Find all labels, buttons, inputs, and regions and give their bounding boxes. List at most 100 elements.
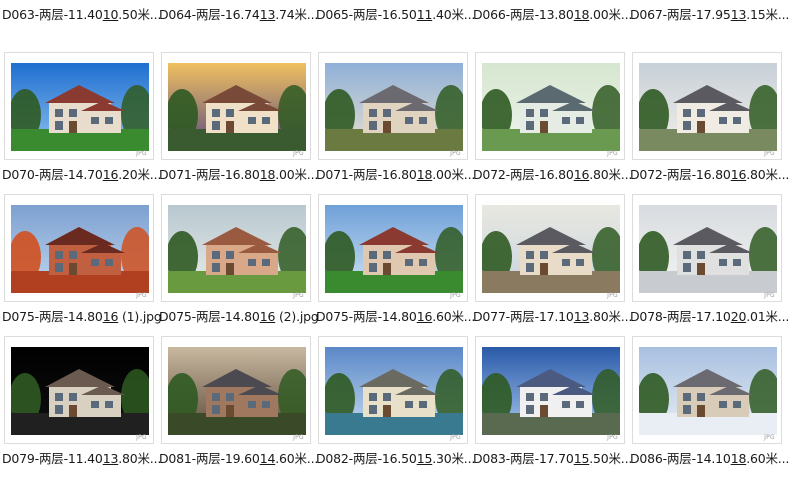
thumbnail-frame[interactable]: JPG: [475, 194, 625, 302]
file-name-label[interactable]: D079-两层-11.4013.80米...: [2, 448, 162, 467]
file-name-label[interactable]: D072-两层-16.8016.80米...: [473, 164, 633, 183]
file-name-suffix: .80米...: [589, 309, 633, 324]
file-name-prefix: D072-两层-16.80: [473, 167, 574, 182]
file-name-label[interactable]: D067-两层-17.9513.15米...: [630, 4, 790, 23]
file-name-suffix: .00米...: [275, 167, 319, 182]
file-name-label[interactable]: D082-两层-16.5015.30米...: [316, 448, 476, 467]
file-name-suffix: .00米...: [432, 167, 476, 182]
file-name-underlined: 16: [416, 309, 433, 324]
file-type-badge: JPG: [764, 150, 775, 157]
thumbnail-image: [168, 205, 306, 293]
file-name-prefix: D063-两层-11.40: [2, 7, 103, 22]
thumbnail-image: [168, 347, 306, 435]
thumbnail-image: [482, 205, 620, 293]
file-name-underlined: 18: [730, 451, 747, 466]
thumbnail-image: [639, 347, 777, 435]
file-name-label[interactable]: D065-两层-16.5011.40米...: [316, 4, 476, 23]
file-name-prefix: D081-两层-19.60: [159, 451, 260, 466]
thumbnail-image: [482, 347, 620, 435]
file-name-prefix: D083-两层-17.70: [473, 451, 574, 466]
file-name-suffix: .01米...: [746, 309, 790, 324]
file-name-prefix: D075-两层-14.80: [159, 309, 260, 324]
file-name-underlined: 10: [102, 7, 119, 22]
file-name-label[interactable]: D078-两层-17.1020.01米...: [630, 306, 790, 325]
file-name-suffix: .60米...: [746, 451, 790, 466]
file-name-label[interactable]: D081-两层-19.6014.60米...: [159, 448, 319, 467]
thumbnail-frame[interactable]: JPG: [632, 194, 782, 302]
thumbnail-frame[interactable]: JPG: [318, 194, 468, 302]
file-name-underlined: 13: [573, 309, 590, 324]
file-name-prefix: D065-两层-16.50: [316, 7, 417, 22]
file-type-badge: JPG: [136, 150, 147, 157]
file-name-label[interactable]: D066-两层-13.8018.00米...: [473, 4, 633, 23]
file-name-prefix: D082-两层-16.50: [316, 451, 417, 466]
file-name-label[interactable]: D072-两层-16.8016.80米...: [630, 164, 790, 183]
thumbnail-frame[interactable]: JPG: [4, 194, 154, 302]
file-name-suffix: .80米...: [589, 167, 633, 182]
thumbnail-frame[interactable]: JPG: [161, 52, 311, 160]
thumbnail-frame[interactable]: JPG: [632, 336, 782, 444]
file-type-badge: JPG: [293, 150, 304, 157]
file-name-prefix: D070-两层-14.70: [2, 167, 103, 182]
file-name-underlined: 13: [259, 7, 276, 22]
thumbnail-frame[interactable]: JPG: [318, 52, 468, 160]
thumbnail-frame[interactable]: JPG: [4, 336, 154, 444]
file-name-underlined: 15: [416, 451, 433, 466]
file-name-prefix: D075-两层-14.80: [2, 309, 103, 324]
file-name-prefix: D078-两层-17.10: [630, 309, 731, 324]
file-type-badge: JPG: [293, 292, 304, 299]
file-name-label[interactable]: D070-两层-14.7016.20米...: [2, 164, 162, 183]
file-name-suffix: .00米...: [589, 7, 633, 22]
file-name-label[interactable]: D075-两层-14.8016 (1).jpg: [2, 306, 162, 325]
file-name-prefix: D064-两层-16.74: [159, 7, 260, 22]
thumbnail-image: [482, 63, 620, 151]
file-type-badge: JPG: [136, 292, 147, 299]
file-type-badge: JPG: [293, 434, 304, 441]
thumbnail-frame[interactable]: JPG: [4, 52, 154, 160]
file-name-label[interactable]: D071-两层-16.8018.00米...: [316, 164, 476, 183]
file-type-badge: JPG: [607, 150, 618, 157]
file-name-underlined: 11: [416, 7, 433, 22]
file-name-suffix: .30米...: [432, 451, 476, 466]
file-name-label[interactable]: D075-两层-14.8016.60米...: [316, 306, 476, 325]
file-name-label[interactable]: D083-两层-17.7015.50米...: [473, 448, 633, 467]
file-name-suffix: .60米...: [432, 309, 476, 324]
file-type-badge: JPG: [450, 434, 461, 441]
thumbnail-image: [11, 347, 149, 435]
file-name-suffix: .15米...: [746, 7, 790, 22]
file-name-suffix: .50米...: [589, 451, 633, 466]
file-name-label[interactable]: D063-两层-11.4010.50米...: [2, 4, 162, 23]
thumbnail-image: [11, 205, 149, 293]
file-name-suffix: .20米...: [118, 167, 162, 182]
file-name-underlined: 16: [102, 309, 119, 324]
file-name-label[interactable]: D064-两层-16.7413.74米...: [159, 4, 319, 23]
file-name-label[interactable]: D077-两层-17.1013.80米...: [473, 306, 633, 325]
file-name-suffix: .50米...: [118, 7, 162, 22]
thumbnail-frame[interactable]: JPG: [318, 336, 468, 444]
file-type-badge: JPG: [450, 150, 461, 157]
thumbnail-image: [639, 205, 777, 293]
file-name-prefix: D071-两层-16.80: [316, 167, 417, 182]
file-name-prefix: D079-两层-11.40: [2, 451, 103, 466]
file-name-suffix: .60米...: [275, 451, 319, 466]
file-name-prefix: D077-两层-17.10: [473, 309, 574, 324]
file-name-prefix: D071-两层-16.80: [159, 167, 260, 182]
thumbnail-frame[interactable]: JPG: [161, 194, 311, 302]
file-name-underlined: 16: [730, 167, 747, 182]
file-name-prefix: D086-两层-14.10: [630, 451, 731, 466]
file-name-underlined: 15: [573, 451, 590, 466]
file-name-suffix: (1).jpg: [118, 309, 162, 324]
file-type-badge: JPG: [764, 434, 775, 441]
thumbnail-frame[interactable]: JPG: [475, 52, 625, 160]
file-name-label[interactable]: D086-两层-14.1018.60米...: [630, 448, 790, 467]
thumbnail-image: [639, 63, 777, 151]
file-name-label[interactable]: D071-两层-16.8018.00米...: [159, 164, 319, 183]
thumbnail-image: [168, 63, 306, 151]
thumbnail-frame[interactable]: JPG: [475, 336, 625, 444]
thumbnail-frame[interactable]: JPG: [161, 336, 311, 444]
file-name-underlined: 18: [259, 167, 276, 182]
file-name-underlined: 13: [102, 451, 119, 466]
thumbnail-frame[interactable]: JPG: [632, 52, 782, 160]
file-name-underlined: 18: [573, 7, 590, 22]
file-name-label[interactable]: D075-两层-14.8016 (2).jpg: [159, 306, 319, 325]
